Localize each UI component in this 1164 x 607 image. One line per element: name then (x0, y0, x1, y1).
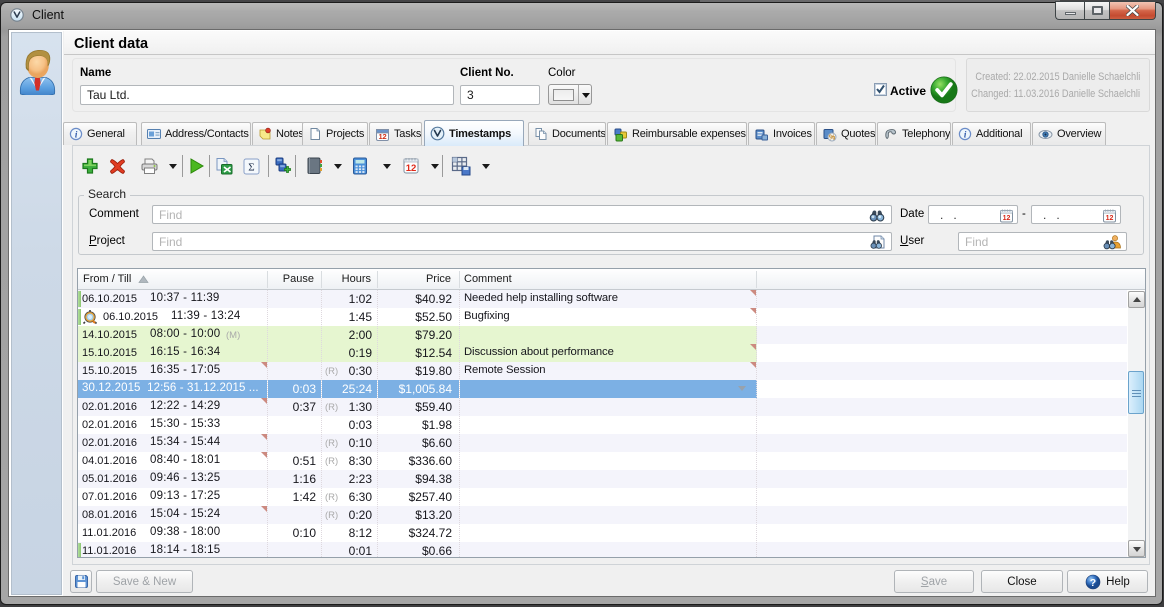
svg-text:12: 12 (406, 163, 417, 174)
svg-text:12: 12 (379, 132, 387, 141)
svg-text:12: 12 (1106, 215, 1114, 222)
svg-text:Σ: Σ (248, 162, 254, 174)
svg-text:12: 12 (1003, 215, 1011, 222)
svg-text:%: % (829, 134, 836, 141)
svg-text:?: ? (1090, 577, 1096, 589)
